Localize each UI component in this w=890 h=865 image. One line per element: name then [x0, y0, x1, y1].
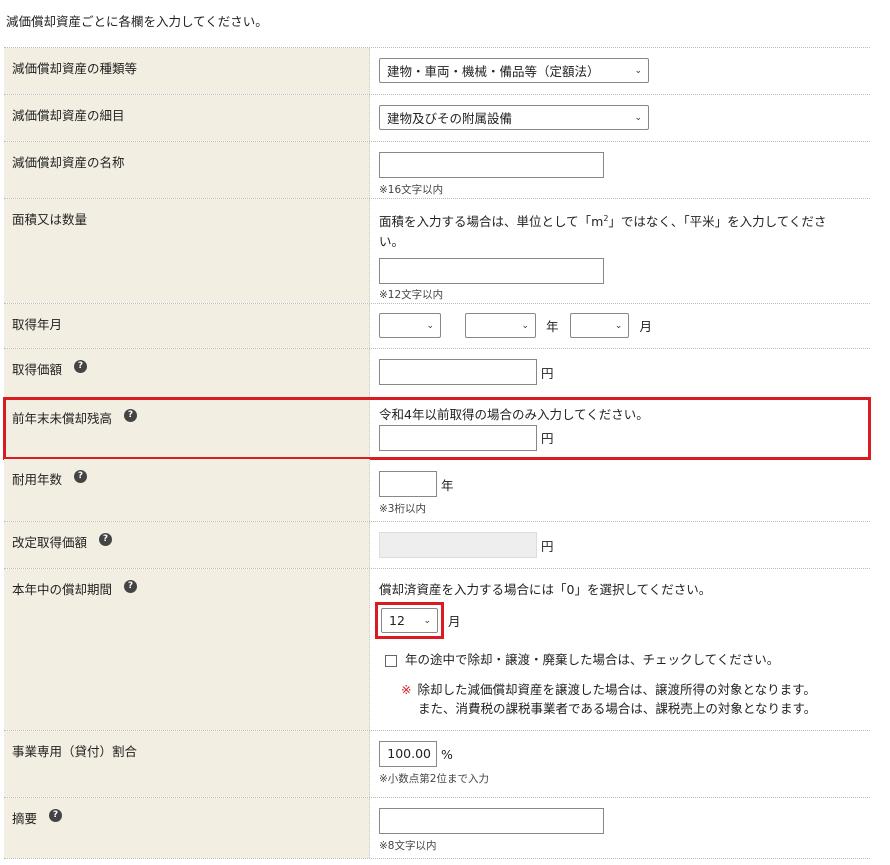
- asset-detail-select[interactable]: 建物及びその附属設備 ⌄: [379, 105, 649, 130]
- business-ratio-input[interactable]: 100.00: [379, 741, 437, 767]
- summary-input[interactable]: [379, 808, 604, 834]
- period-select[interactable]: 12 ⌄: [381, 608, 438, 633]
- asset-type-label: 減価償却資産の種類等: [12, 61, 138, 76]
- chevron-down-icon: ⌄: [614, 320, 623, 331]
- useful-life-note: ※3桁以内: [379, 503, 426, 515]
- month-select[interactable]: ⌄: [570, 313, 630, 338]
- year-unit: 年: [545, 319, 559, 334]
- row-asset-detail: 減価償却資産の細目 建物及びその附属設備 ⌄: [4, 95, 870, 142]
- help-icon[interactable]: ?: [74, 360, 88, 373]
- asset-name-note: ※16文字以内: [379, 184, 444, 196]
- prev-balance-input[interactable]: [379, 425, 537, 451]
- useful-life-input[interactable]: [379, 471, 437, 497]
- useful-life-label: 耐用年数: [12, 472, 63, 487]
- business-ratio-label: 事業専用（貸付）割合: [12, 744, 138, 759]
- asset-type-select[interactable]: 建物・車両・機械・備品等（定額法） ⌄: [379, 58, 649, 83]
- depreciation-form: 減価償却資産の種類等 建物・車両・機械・備品等（定額法） ⌄ 減価償却資産の細目 …: [3, 47, 871, 859]
- intro-text: 減価償却資産ごとに各欄を入力してください。: [6, 14, 268, 29]
- asset-name-input[interactable]: [379, 152, 604, 178]
- row-prev-balance: 前年末未償却残高? 令和4年以前取得の場合のみ入力してください。 円: [3, 397, 871, 460]
- row-acquired: 取得年月 ⌄ ⌄ 年 ⌄ 月: [4, 304, 870, 349]
- help-icon[interactable]: ?: [124, 409, 138, 422]
- help-icon[interactable]: ?: [74, 470, 88, 483]
- row-asset-name: 減価償却資産の名称 ※16文字以内: [4, 142, 870, 199]
- asset-name-label: 減価償却資産の名称: [12, 155, 125, 170]
- year-select[interactable]: ⌄: [464, 313, 536, 338]
- row-asset-type: 減価償却資産の種類等 建物・車両・機械・備品等（定額法） ⌄: [4, 48, 870, 95]
- era-select[interactable]: ⌄: [379, 313, 441, 338]
- disposal-checkbox[interactable]: [385, 654, 397, 667]
- useful-life-unit: 年: [441, 477, 454, 493]
- help-icon[interactable]: ?: [124, 580, 138, 593]
- area-label: 面積又は数量: [12, 212, 88, 227]
- prev-balance-instruction: 令和4年以前取得の場合のみ入力してください。: [379, 407, 649, 422]
- help-icon[interactable]: ?: [99, 533, 113, 546]
- row-useful-life: 耐用年数? 年 ※3桁以内: [4, 459, 870, 522]
- chevron-down-icon: ⌄: [521, 320, 529, 331]
- acquired-label: 取得年月: [12, 317, 63, 332]
- acq-price-input[interactable]: [379, 359, 537, 385]
- row-period: 本年中の償却期間? 償却済資産を入力する場合には「0」を選択してください。 12…: [4, 569, 870, 731]
- acq-price-label: 取得価額: [12, 362, 63, 377]
- period-instruction: 償却済資産を入力する場合には「0」を選択してください。: [379, 582, 712, 597]
- area-input[interactable]: [379, 258, 604, 285]
- prev-balance-unit: 円: [541, 430, 554, 446]
- revised-price-unit: 円: [541, 538, 554, 554]
- period-label: 本年中の償却期間: [12, 582, 113, 597]
- month-unit: 月: [639, 319, 652, 334]
- disposal-note: ※ 除却した減価償却資産を譲渡した場合は、譲渡所得の対象となります。 また、消費税…: [401, 682, 817, 716]
- help-icon[interactable]: ?: [49, 809, 63, 822]
- revised-price-label: 改定取得価額: [12, 535, 88, 550]
- disposal-checkbox-label: 年の途中で除却・譲渡・廃棄した場合は、チェックしてください。: [405, 652, 780, 667]
- chevron-down-icon: ⌄: [634, 65, 642, 76]
- revised-price-input: [379, 532, 537, 558]
- prev-balance-label: 前年末未償却残高: [12, 411, 113, 426]
- chevron-down-icon: ⌄: [426, 320, 434, 331]
- acq-price-unit: 円: [541, 365, 554, 381]
- business-ratio-note: ※小数点第2位まで入力: [379, 773, 489, 785]
- chevron-down-icon: ⌄: [423, 615, 431, 626]
- row-revised-price: 改定取得価額? 円: [4, 522, 870, 569]
- row-area: 面積又は数量 面積を入力する場合は、単位として「m2」ではなく、「平米」を入力し…: [4, 199, 870, 304]
- business-ratio-unit: %: [441, 746, 453, 762]
- period-unit: 月: [448, 614, 461, 629]
- area-instruction: 面積を入力する場合は、単位として「m2」ではなく、「平米」を入力してくださ い。: [379, 214, 827, 250]
- row-summary: 摘要? ※8文字以内: [4, 798, 870, 859]
- area-note: ※12文字以内: [379, 289, 444, 302]
- summary-note: ※8文字以内: [379, 840, 437, 852]
- period-highlight: 12 ⌄: [375, 602, 444, 639]
- asset-detail-label: 減価償却資産の細目: [12, 108, 125, 123]
- row-business-ratio: 事業専用（貸付）割合 100.00% ※小数点第2位まで入力: [4, 731, 870, 798]
- row-acq-price: 取得価額? 円: [4, 349, 870, 398]
- summary-label: 摘要: [12, 811, 38, 826]
- chevron-down-icon: ⌄: [634, 112, 642, 123]
